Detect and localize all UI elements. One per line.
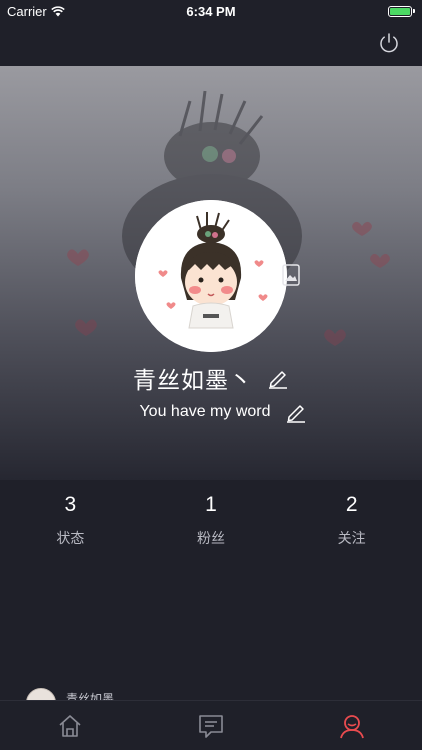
home-icon — [59, 714, 81, 737]
edit-bio-icon[interactable] — [285, 401, 307, 423]
profile-icon — [339, 714, 364, 738]
stat-label: 状态 — [56, 531, 85, 547]
avatar-illustration — [135, 200, 287, 352]
tab-messages[interactable] — [141, 701, 282, 750]
tab-profile[interactable] — [281, 701, 422, 750]
tab-home[interactable] — [0, 701, 141, 750]
bio-row: You have my word — [0, 400, 422, 424]
navigation-bar — [0, 22, 422, 66]
stat-posts[interactable]: 3 状态 — [0, 490, 141, 550]
stats-row: 3 状态 1 粉丝 2 关注 — [0, 490, 422, 550]
bio-text: You have my word — [139, 403, 271, 420]
stat-label: 粉丝 — [197, 531, 225, 547]
stat-count: 2 — [345, 493, 358, 516]
avatar[interactable] — [135, 200, 287, 352]
edit-username-icon[interactable] — [267, 367, 289, 389]
stat-label: 关注 — [337, 531, 366, 547]
stat-following[interactable]: 2 关注 — [281, 490, 422, 550]
tab-bar — [0, 700, 422, 750]
power-icon[interactable] — [378, 32, 400, 54]
list-item[interactable]: 青丝如墨 — [26, 688, 146, 700]
list-item-name: 青丝如墨 — [66, 692, 115, 700]
stat-count: 1 — [205, 493, 217, 516]
status-bar: Carrier 6:34 PM — [0, 0, 422, 22]
list-item-avatar — [26, 688, 56, 700]
message-icon — [199, 714, 223, 738]
photo-icon[interactable] — [280, 262, 302, 288]
stat-count: 3 — [64, 493, 77, 516]
status-time: 6:34 PM — [186, 3, 236, 19]
username: 青丝如墨丶 — [133, 368, 253, 394]
stat-followers[interactable]: 1 粉丝 — [141, 490, 282, 550]
username-row: 青丝如墨丶 — [0, 362, 422, 394]
